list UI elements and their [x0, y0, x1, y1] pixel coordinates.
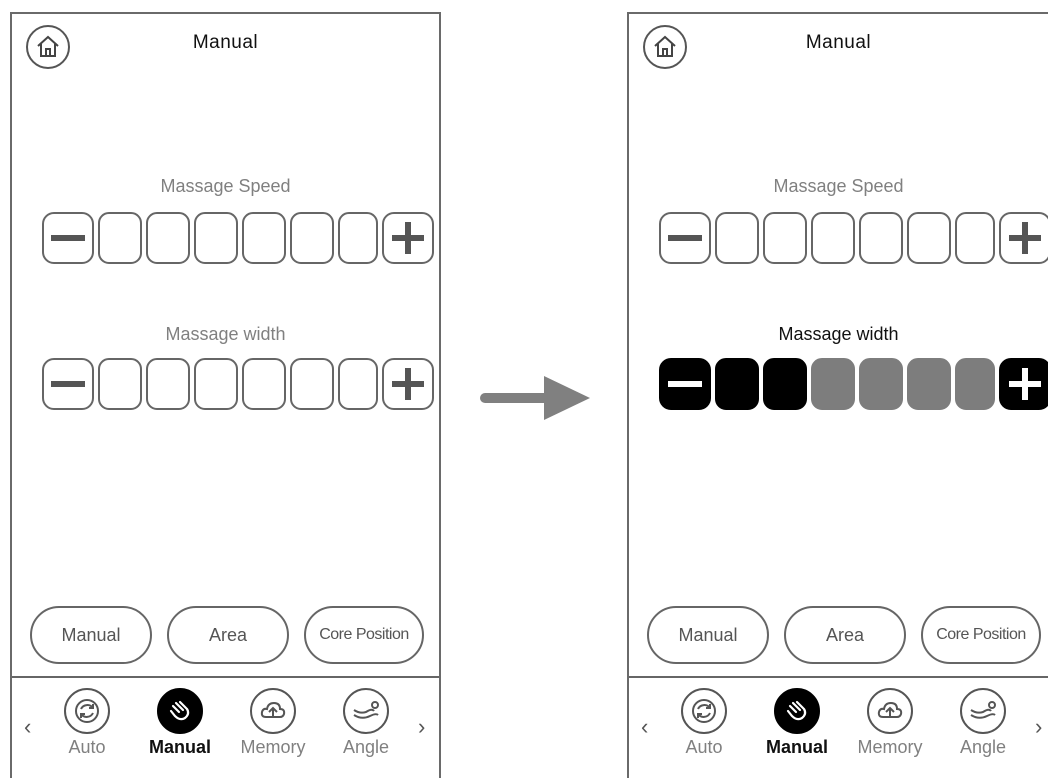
width-segment	[290, 358, 334, 410]
hand-massage-icon	[786, 700, 807, 721]
hand-massage-icon	[169, 700, 190, 721]
tab-label: Auto	[685, 737, 723, 757]
width-segment	[194, 358, 238, 410]
screen-before: Manual Massage Speed Massage width Manua…	[10, 12, 441, 778]
speed-decrease-button[interactable]	[659, 212, 711, 264]
sync-icon	[692, 699, 716, 723]
bottom-tab-bar: ‹ Auto Manual Memory Angle ›	[12, 678, 439, 780]
width-segment	[907, 358, 951, 410]
minus-icon	[51, 381, 85, 387]
mode-manual-button[interactable]: Manual	[30, 606, 152, 664]
width-segment	[98, 358, 142, 410]
mode-area-button[interactable]: Area	[167, 606, 289, 664]
width-label: Massage width	[778, 324, 899, 344]
arrow-right-icon	[480, 376, 590, 420]
plus-icon	[392, 368, 424, 400]
speed-control	[42, 212, 434, 264]
minus-icon	[51, 235, 85, 241]
speed-segment	[338, 212, 378, 264]
minus-icon	[668, 235, 702, 241]
width-segment	[146, 358, 190, 410]
mode-label: Core Position	[319, 626, 409, 643]
speed-segment	[194, 212, 238, 264]
chevron-right-icon[interactable]: ›	[418, 714, 425, 740]
speed-segment	[715, 212, 759, 264]
width-label: Massage width	[165, 324, 286, 344]
tab-label: Auto	[68, 737, 106, 757]
page-title: Manual	[805, 32, 872, 53]
tab-label: Memory	[240, 737, 306, 757]
speed-label: Massage Speed	[160, 176, 291, 196]
mode-area-button[interactable]: Area	[784, 606, 906, 664]
width-increase-button[interactable]	[999, 358, 1048, 410]
width-segment	[811, 358, 855, 410]
speed-label: Massage Speed	[773, 176, 904, 196]
tab-memory[interactable]: Memory	[855, 688, 925, 758]
recline-icon	[353, 701, 379, 719]
plus-icon	[392, 222, 424, 254]
speed-decrease-button[interactable]	[42, 212, 94, 264]
tab-angle[interactable]: Angle	[331, 688, 401, 758]
mode-label: Manual	[61, 624, 121, 645]
speed-segment	[146, 212, 190, 264]
mode-label: Area	[208, 624, 248, 645]
width-segment	[859, 358, 903, 410]
width-control	[42, 358, 434, 410]
tab-memory[interactable]: Memory	[238, 688, 308, 758]
mode-core-position-button[interactable]: Core Position	[921, 606, 1041, 664]
recline-icon	[970, 701, 996, 719]
sync-icon	[75, 699, 99, 723]
cloud-upload-icon	[877, 701, 903, 718]
page-title: Manual	[192, 32, 259, 53]
screen-after: Manual Massage Speed Massage width Manua…	[627, 12, 1048, 778]
width-control	[659, 358, 1048, 410]
tab-manual[interactable]: Manual	[145, 688, 215, 758]
chevron-left-icon[interactable]: ‹	[24, 714, 31, 740]
speed-increase-button[interactable]	[999, 212, 1048, 264]
speed-segment	[242, 212, 286, 264]
tab-label: Angle	[342, 737, 390, 757]
speed-segment	[98, 212, 142, 264]
tab-label: Manual	[148, 737, 211, 757]
speed-segment	[859, 212, 903, 264]
width-increase-button[interactable]	[382, 358, 434, 410]
width-decrease-button[interactable]	[659, 358, 711, 410]
mode-manual-button[interactable]: Manual	[647, 606, 769, 664]
plus-icon	[1009, 368, 1041, 400]
width-segment-filled	[763, 358, 807, 410]
width-segment-filled	[715, 358, 759, 410]
width-segment	[242, 358, 286, 410]
tab-auto[interactable]: Auto	[669, 688, 739, 758]
speed-control	[659, 212, 1048, 264]
speed-segment	[955, 212, 995, 264]
mode-label: Area	[825, 624, 865, 645]
chevron-left-icon[interactable]: ‹	[641, 714, 648, 740]
cloud-upload-icon	[260, 701, 286, 718]
tab-angle[interactable]: Angle	[948, 688, 1018, 758]
minus-icon	[668, 381, 702, 387]
speed-segment	[763, 212, 807, 264]
speed-segment	[811, 212, 855, 264]
speed-increase-button[interactable]	[382, 212, 434, 264]
mode-label: Core Position	[936, 626, 1026, 643]
chevron-right-icon[interactable]: ›	[1035, 714, 1042, 740]
mode-core-position-button[interactable]: Core Position	[304, 606, 424, 664]
width-segment	[338, 358, 378, 410]
tab-label: Manual	[765, 737, 828, 757]
bottom-tab-bar: ‹ Auto Manual Memory Angle ›	[629, 678, 1048, 780]
tab-label: Memory	[857, 737, 923, 757]
width-decrease-button[interactable]	[42, 358, 94, 410]
width-segment	[955, 358, 995, 410]
tab-auto[interactable]: Auto	[52, 688, 122, 758]
speed-segment	[907, 212, 951, 264]
plus-icon	[1009, 222, 1041, 254]
tab-label: Angle	[959, 737, 1007, 757]
tab-manual[interactable]: Manual	[762, 688, 832, 758]
mode-label: Manual	[678, 624, 738, 645]
speed-segment	[290, 212, 334, 264]
